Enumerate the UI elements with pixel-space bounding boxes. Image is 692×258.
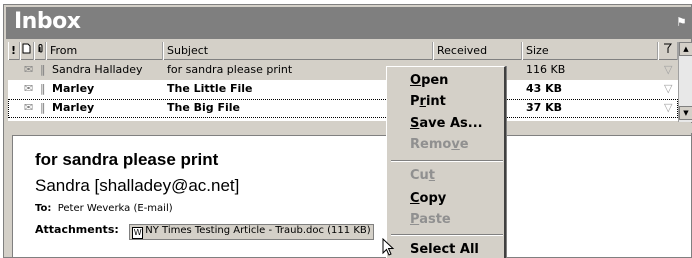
message-size: 116 KB [526,63,566,76]
document-icon [22,43,31,54]
paperclip-icon: ‖ [40,82,46,95]
message-from: Marley [52,101,95,114]
paperclip-icon: ‖ [40,63,46,76]
mouse-pointer-icon [382,238,395,256]
importance-column-header[interactable]: ! [8,42,20,60]
scroll-down-arrow-icon[interactable]: ▼ [679,106,692,120]
menu-item-paste: Paste [410,212,451,227]
preview-to-line: To: Peter Weverka (E-mail) [35,203,173,214]
message-row[interactable]: ✉ ‖ Marley The Little File 43 KB ▽ [8,80,678,99]
preview-from: Sandra [shalladey@ac.net] [35,176,240,195]
word-document-icon: W [132,227,144,239]
subject-column-header[interactable]: Subject [163,42,433,60]
menu-separator [391,234,503,236]
from-column-header[interactable]: From [46,42,163,60]
envelope-icon: ✉ [24,101,34,114]
message-list-scrollbar[interactable]: ▲ ▼ [678,42,692,122]
menu-item-save-as[interactable]: Save As... [410,116,483,131]
message-from: Sandra Halladey [52,63,143,76]
attachment-context-menu: Open Print Save As... Remove Cut Copy Pa… [386,66,506,258]
menu-item-remove: Remove [410,137,469,152]
attachment-file[interactable]: W NY Times Testing Article - Traub.doc (1… [129,224,374,240]
to-value: Peter Weverka (E-mail) [57,203,173,214]
preview-subject: for sandra please print [35,150,219,169]
menu-item-cut: Cut [410,168,436,183]
menu-item-open[interactable]: Open [410,73,448,88]
size-column-header[interactable]: Size [522,42,658,60]
attachments-label: Attachments: [35,223,119,236]
message-row[interactable]: ✉ ‖ Marley The Big File 37 KB ▽ [8,99,678,118]
message-list-header: ! From Subject Received Size [8,42,692,60]
received-column-header[interactable]: Received [433,42,522,60]
paperclip-icon: ‖ [40,101,46,114]
menu-separator [391,160,503,162]
menu-item-select-all[interactable]: Select All [410,242,479,257]
message-size: 43 KB [526,82,563,95]
message-icon-column-header[interactable] [20,42,34,60]
scroll-up-arrow-icon[interactable]: ▲ [679,42,692,56]
preview-attachments-line: Attachments: W NY Times Testing Article -… [35,223,374,240]
message-row[interactable]: ✉ ‖ Sandra Halladey for sandra please pr… [8,61,678,80]
folder-shortcut-icon[interactable]: ⚑ [676,15,690,29]
flag-icon[interactable]: ▽ [664,61,676,80]
message-size: 37 KB [526,101,563,114]
inbox-title-bar: Inbox ⚑ [6,7,692,39]
menu-item-copy[interactable]: Copy [410,191,446,206]
message-from: Marley [52,82,95,95]
message-list: ✉ ‖ Sandra Halladey for sandra please pr… [8,61,678,121]
pane-splitter[interactable] [8,123,692,133]
envelope-icon: ✉ [24,82,34,95]
flag-icon[interactable]: ▽ [664,99,676,118]
flag-icon [664,43,672,53]
flag-column-header[interactable] [658,42,678,60]
menu-item-print[interactable]: Print [410,94,446,109]
flag-icon[interactable]: ▽ [664,80,676,99]
read-envelope-icon: ✉ [24,63,34,76]
paperclip-icon [38,44,43,53]
attachment-column-header[interactable] [34,42,46,60]
preview-pane: for sandra please print Sandra [shallade… [12,135,692,258]
attachment-file-name: NY Times Testing Article - Traub.doc (11… [145,225,371,236]
to-label: To: [35,203,52,214]
inbox-title: Inbox [14,9,81,34]
